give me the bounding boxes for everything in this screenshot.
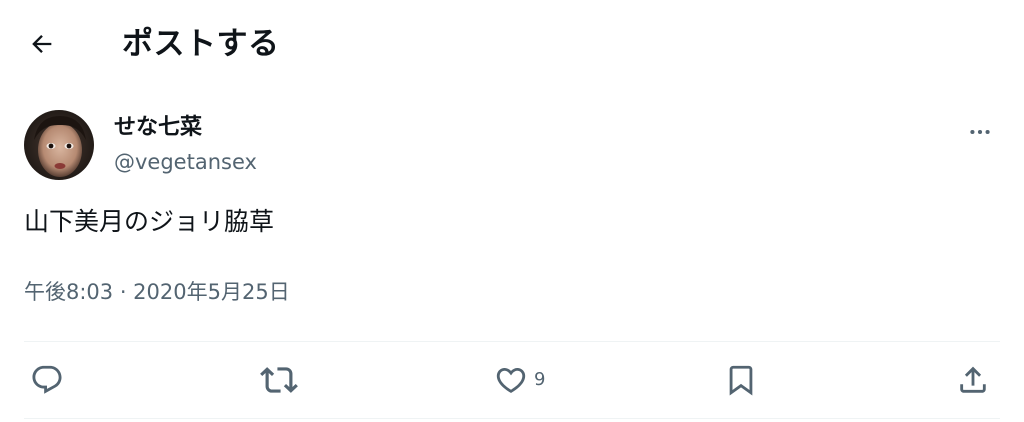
author-handle[interactable]: @vegetansex [114,147,257,177]
avatar[interactable] [24,110,94,180]
repost-button[interactable] [260,360,298,400]
action-bar: 9 [24,342,1000,418]
post-timestamp[interactable]: 午後8:03 · 2020年5月25日 [24,276,290,308]
author-display-name[interactable]: せな七菜 [114,112,202,144]
post-text: 山下美月のジョリ脇草 [24,207,275,236]
back-button[interactable] [24,26,60,62]
divider [24,418,1000,419]
page-title: ポストする [122,26,280,62]
like-button[interactable]: 9 [494,360,545,400]
share-button[interactable] [956,360,990,400]
share-icon [960,366,986,393]
reply-icon [32,365,62,394]
bookmark-icon [729,365,753,396]
avatar-image [24,110,94,180]
repost-icon [260,367,298,393]
more-options-button[interactable] [960,114,1000,150]
bookmark-button[interactable] [724,360,758,400]
post-author: せな七菜 @vegetansex [24,110,1000,182]
arrow-left-icon [32,35,52,53]
reply-button[interactable] [30,360,64,400]
more-horizontal-icon [970,129,990,135]
heart-icon [496,367,526,393]
header-bar: ポストする [0,0,1024,90]
like-count: 9 [534,369,546,390]
